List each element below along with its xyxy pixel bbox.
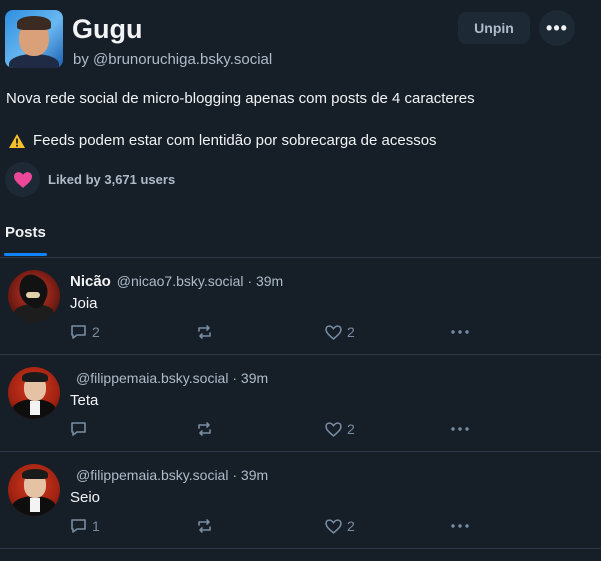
feed-page: Gugu by @brunoruchiga.bsky.social Unpin … [0, 0, 601, 561]
feed-header: Gugu by @brunoruchiga.bsky.social Unpin … [0, 0, 601, 162]
like-count: 2 [347, 518, 355, 534]
post-timestamp[interactable]: · 39m [232, 370, 268, 386]
like-button[interactable]: 2 [325, 419, 355, 439]
repost-icon [198, 519, 211, 533]
repost-button[interactable] [196, 322, 213, 342]
post-item[interactable]: @filippemaia.bsky.social · 39m Teta 2 [0, 355, 601, 452]
post-author-handle[interactable]: @filippemaia.bsky.social [76, 370, 228, 386]
like-count: 2 [347, 421, 355, 437]
reply-icon [71, 519, 86, 533]
repost-icon [198, 422, 211, 436]
author-avatar[interactable] [8, 367, 60, 419]
post-item[interactable]: @filippemaia.bsky.social · 39m Seio 1 2 [0, 452, 601, 549]
repost-icon [198, 325, 211, 339]
feed-creator-handle[interactable]: @brunoruchiga.bsky.social [93, 51, 272, 68]
ellipsis-icon [451, 330, 469, 334]
feed-by-prefix: by [73, 51, 89, 68]
feed-like-row: Liked by 3,671 users [5, 162, 175, 197]
reply-icon [71, 325, 86, 339]
post-author-handle[interactable]: @filippemaia.bsky.social [76, 467, 228, 483]
tab-posts[interactable]: Posts [5, 224, 46, 241]
post-item[interactable]: Nicão @nicao7.bsky.social · 39m Joia 2 2 [0, 258, 601, 355]
post-text: Seio [70, 489, 101, 506]
author-avatar[interactable] [8, 270, 60, 322]
reply-count: 1 [92, 518, 100, 534]
ellipsis-icon [451, 524, 469, 528]
heart-icon [13, 171, 32, 188]
post-options-button[interactable] [451, 516, 469, 536]
reply-button[interactable]: 1 [70, 516, 100, 536]
heart-outline-icon [325, 518, 342, 534]
reply-icon [71, 422, 86, 436]
feed-avatar [5, 10, 63, 68]
warning-icon [9, 133, 25, 148]
post-author-handle[interactable]: @nicao7.bsky.social [117, 273, 244, 289]
post-options-button[interactable] [451, 322, 469, 342]
feed-warning-text: Feeds podem estar com lentidão por sobre… [33, 132, 437, 149]
tab-bar: Posts [0, 212, 601, 258]
ellipsis-icon [451, 427, 469, 431]
heart-outline-icon [325, 324, 342, 340]
post-text: Teta [70, 392, 99, 409]
post-timestamp[interactable]: · 39m [232, 467, 268, 483]
reply-button[interactable]: 2 [70, 322, 100, 342]
post-text: Joia [70, 295, 98, 312]
heart-outline-icon [325, 421, 342, 437]
reply-count: 2 [92, 324, 100, 340]
liked-by-count[interactable]: Liked by 3,671 users [48, 172, 175, 187]
like-count: 2 [347, 324, 355, 340]
unpin-button[interactable]: Unpin [458, 12, 530, 44]
repost-button[interactable] [196, 516, 213, 536]
post-options-button[interactable] [451, 419, 469, 439]
like-feed-button[interactable] [5, 162, 40, 197]
post-timestamp[interactable]: · 39m [247, 273, 283, 289]
feed-description: Nova rede social de micro-blogging apena… [6, 90, 475, 107]
post-meta: @filippemaia.bsky.social · 39m [70, 370, 268, 387]
repost-button[interactable] [196, 419, 213, 439]
more-options-button[interactable]: ••• [539, 10, 575, 46]
post-meta: @filippemaia.bsky.social · 39m [70, 467, 268, 484]
author-avatar[interactable] [8, 464, 60, 516]
feed-title: Gugu [72, 14, 143, 44]
feed-creator[interactable]: by @brunoruchiga.bsky.social [73, 51, 272, 68]
like-button[interactable]: 2 [325, 516, 355, 536]
like-button[interactable]: 2 [325, 322, 355, 342]
feed-warning: Feeds podem estar com lentidão por sobre… [9, 132, 437, 149]
active-tab-indicator [4, 253, 47, 256]
reply-button[interactable] [70, 419, 92, 439]
ellipsis-icon: ••• [546, 17, 568, 38]
post-author-name[interactable]: Nicão [70, 273, 111, 290]
post-meta: Nicão @nicao7.bsky.social · 39m [70, 273, 283, 290]
